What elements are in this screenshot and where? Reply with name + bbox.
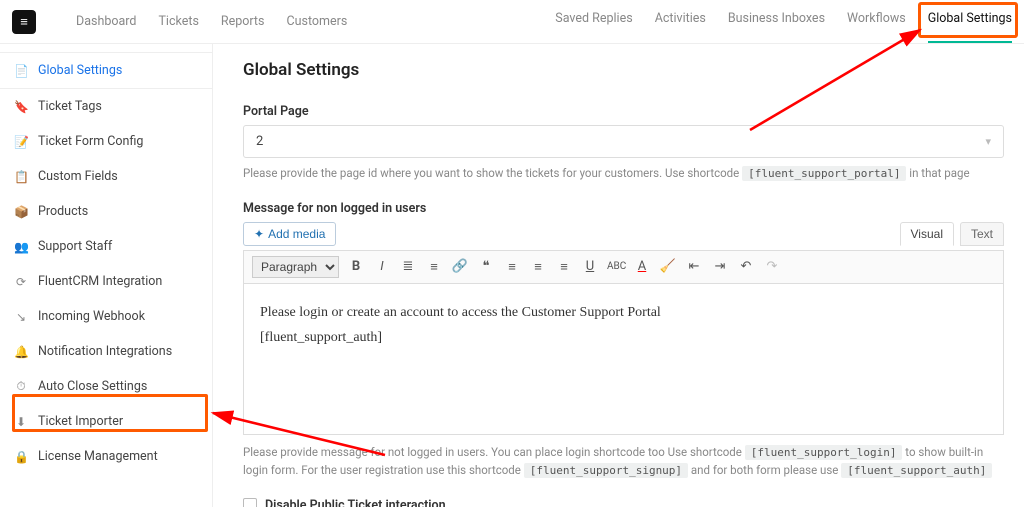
strikethrough-icon[interactable]: ABC — [607, 261, 625, 272]
italic-icon[interactable]: I — [373, 259, 391, 274]
sidebar-item-global-settings[interactable]: 📄Global Settings — [0, 52, 212, 89]
nav-right: Saved Replies Activities Business Inboxe… — [555, 11, 1012, 32]
sidebar-item-incoming-webhook[interactable]: ↘Incoming Webhook — [0, 299, 212, 334]
topbar: ≡ Dashboard Tickets Reports Customers Sa… — [0, 0, 1024, 44]
nav-global-settings[interactable]: Global Settings — [928, 11, 1012, 32]
tab-visual[interactable]: Visual — [900, 222, 954, 246]
undo-icon[interactable]: ↶ — [737, 259, 755, 274]
bullet-list-icon[interactable]: ≣ — [399, 259, 417, 274]
content: Global Settings Portal Page 2 ▾ Please p… — [213, 44, 1024, 507]
format-select[interactable]: Paragraph — [252, 256, 339, 278]
message-help-text: Please provide message for not logged in… — [243, 443, 1004, 480]
numbered-list-icon[interactable]: ≡ — [425, 259, 443, 275]
underline-icon[interactable]: U — [581, 259, 599, 274]
link-icon[interactable]: 🔗 — [451, 259, 469, 274]
people-icon: 👥 — [14, 240, 28, 254]
nav-activities[interactable]: Activities — [655, 11, 706, 32]
form-icon: 📝 — [14, 135, 28, 149]
indent-icon[interactable]: ⇥ — [711, 259, 729, 274]
quote-icon[interactable]: ❝ — [477, 259, 495, 274]
nav-workflows[interactable]: Workflows — [847, 11, 906, 32]
nav-left: Dashboard Tickets Reports Customers — [76, 14, 347, 29]
sidebar-item-ticket-tags[interactable]: 🔖Ticket Tags — [0, 89, 212, 124]
sidebar-item-notification-integrations[interactable]: 🔔Notification Integrations — [0, 334, 212, 369]
sidebar-item-products[interactable]: 📦Products — [0, 194, 212, 229]
fields-icon: 📋 — [14, 170, 28, 184]
tag-icon: 🔖 — [14, 100, 28, 114]
sidebar-item-ticket-form-config[interactable]: 📝Ticket Form Config — [0, 124, 212, 159]
add-media-button[interactable]: ✦Add media — [243, 222, 336, 246]
sidebar-item-license-management[interactable]: 🔒License Management — [0, 439, 212, 474]
nav-saved-replies[interactable]: Saved Replies — [555, 11, 632, 32]
nav-customers[interactable]: Customers — [286, 14, 347, 29]
sidebar: 📄Global Settings 🔖Ticket Tags 📝Ticket Fo… — [0, 44, 213, 507]
sidebar-item-fluentcrm[interactable]: ⟳FluentCRM Integration — [0, 264, 212, 299]
nav-reports[interactable]: Reports — [221, 14, 265, 29]
page-title: Global Settings — [243, 60, 1004, 80]
tab-text[interactable]: Text — [960, 222, 1004, 246]
nav-business-inboxes[interactable]: Business Inboxes — [728, 11, 825, 32]
sidebar-item-auto-close[interactable]: ⏱Auto Close Settings — [0, 369, 212, 404]
editor: Paragraph B I ≣ ≡ 🔗 ❝ ≡ ≡ ≡ U ABC A 🧹 ⇤ … — [243, 250, 1004, 435]
portal-help-text: Please provide the page id where you wan… — [243, 164, 1004, 183]
chevron-down-icon: ▾ — [985, 135, 991, 148]
document-icon: 📄 — [14, 64, 28, 78]
logo: ≡ — [12, 10, 36, 34]
editor-toolbar: Paragraph B I ≣ ≡ 🔗 ❝ ≡ ≡ ≡ U ABC A 🧹 ⇤ … — [244, 251, 1003, 284]
clear-formatting-icon[interactable]: 🧹 — [659, 259, 677, 274]
bold-icon[interactable]: B — [347, 259, 365, 274]
clock-icon: ⏱ — [14, 379, 28, 394]
nav-dashboard[interactable]: Dashboard — [76, 14, 136, 29]
message-label: Message for non logged in users — [243, 201, 1004, 216]
text-color-icon[interactable]: A — [633, 259, 651, 274]
outdent-icon[interactable]: ⇤ — [685, 259, 703, 274]
checkbox-icon[interactable] — [243, 498, 257, 507]
align-center-icon[interactable]: ≡ — [529, 259, 547, 275]
sidebar-item-ticket-importer[interactable]: ⬇Ticket Importer — [0, 404, 212, 439]
portal-page-label: Portal Page — [243, 104, 1004, 119]
align-right-icon[interactable]: ≡ — [555, 259, 573, 275]
box-icon: 📦 — [14, 205, 28, 219]
editor-textarea[interactable]: Please login or create an account to acc… — [244, 284, 1003, 434]
disable-public-ticket-row[interactable]: Disable Public Ticket interaction — [243, 498, 1004, 507]
lock-icon: 🔒 — [14, 450, 28, 464]
incoming-icon: ↘ — [14, 310, 28, 324]
nav-tickets[interactable]: Tickets — [158, 14, 198, 29]
refresh-icon: ⟳ — [14, 275, 28, 289]
media-icon: ✦ — [254, 227, 264, 241]
redo-icon[interactable]: ↷ — [763, 259, 781, 274]
align-left-icon[interactable]: ≡ — [503, 259, 521, 275]
portal-page-select[interactable]: 2 ▾ — [243, 125, 1004, 158]
download-icon: ⬇ — [14, 415, 28, 429]
bell-icon: 🔔 — [14, 345, 28, 359]
sidebar-item-support-staff[interactable]: 👥Support Staff — [0, 229, 212, 264]
sidebar-item-custom-fields[interactable]: 📋Custom Fields — [0, 159, 212, 194]
